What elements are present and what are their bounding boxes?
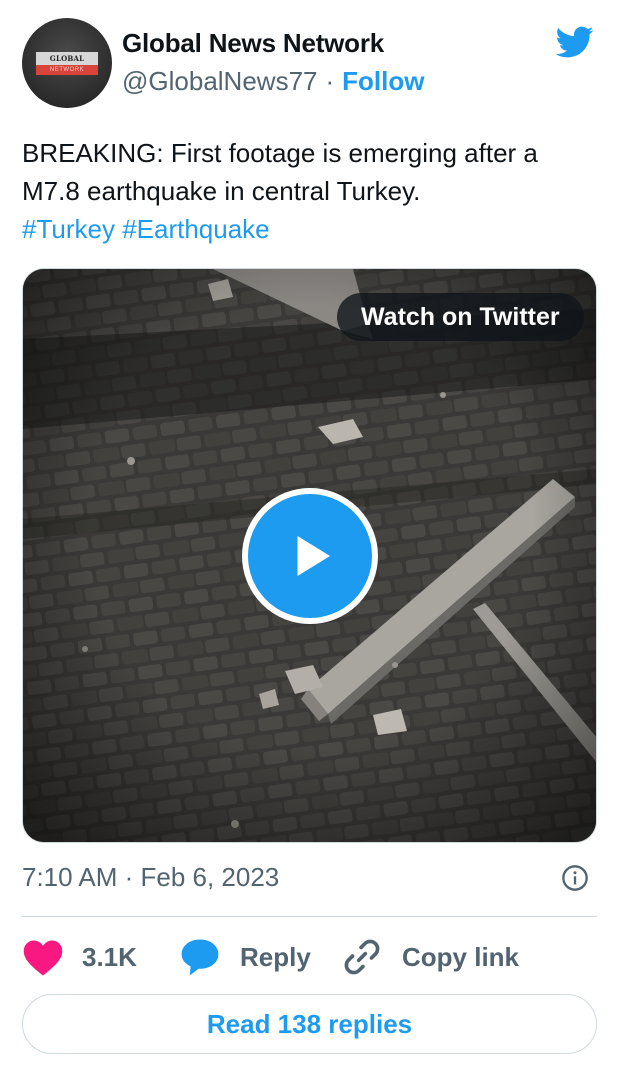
hashtag-turkey[interactable]: #Turkey xyxy=(22,214,115,244)
hashtag-earthquake[interactable]: #Earthquake xyxy=(122,214,269,244)
action-bar: 3.1K Reply Copy link xyxy=(22,932,597,982)
info-icon[interactable] xyxy=(561,864,589,892)
copy-link-button[interactable]: Copy link xyxy=(340,932,519,982)
avatar[interactable]: GLOBAL NEWS NETWORK xyxy=(22,18,112,108)
twitter-bird-icon[interactable] xyxy=(551,22,597,62)
tweet-text-line-2: M7.8 earthquake in central Turkey. xyxy=(22,176,421,206)
reply-label: Reply xyxy=(240,941,311,972)
separator-dot: · xyxy=(325,66,335,96)
watch-on-twitter-button[interactable]: Watch on Twitter xyxy=(337,293,584,341)
divider xyxy=(22,916,597,917)
embedded-tweet: GLOBAL NEWS NETWORK Global News Network … xyxy=(0,0,620,1078)
like-count: 3.1K xyxy=(82,941,137,972)
reply-button[interactable]: Reply xyxy=(178,932,311,982)
copy-link-label: Copy link xyxy=(402,941,520,972)
link-icon xyxy=(344,939,380,975)
speech-bubble-icon xyxy=(181,939,219,976)
play-button[interactable] xyxy=(242,488,378,624)
tweet-text: BREAKING: First footage is emerging afte… xyxy=(22,134,602,248)
avatar-logo-bottom: NETWORK xyxy=(36,64,98,75)
tweet-text-line-1: BREAKING: First footage is emerging afte… xyxy=(22,138,538,168)
heart-icon xyxy=(23,940,63,976)
avatar-logo-top: GLOBAL NEWS xyxy=(36,51,98,76)
account-handle[interactable]: @GlobalNews77 xyxy=(122,66,317,97)
account-name[interactable]: Global News Network xyxy=(122,28,384,59)
play-icon xyxy=(297,536,330,576)
video-media[interactable]: Watch on Twitter xyxy=(22,268,597,843)
read-replies-button[interactable]: Read 138 replies xyxy=(22,994,597,1054)
timestamp[interactable]: 7:10 AM · Feb 6, 2023 xyxy=(22,862,279,893)
follow-button[interactable]: Follow xyxy=(342,66,424,97)
like-button[interactable]: 3.1K xyxy=(22,932,137,982)
hashtag-row: #Turkey #Earthquake xyxy=(22,210,602,248)
handle-row: @GlobalNews77 · Follow xyxy=(122,66,424,97)
